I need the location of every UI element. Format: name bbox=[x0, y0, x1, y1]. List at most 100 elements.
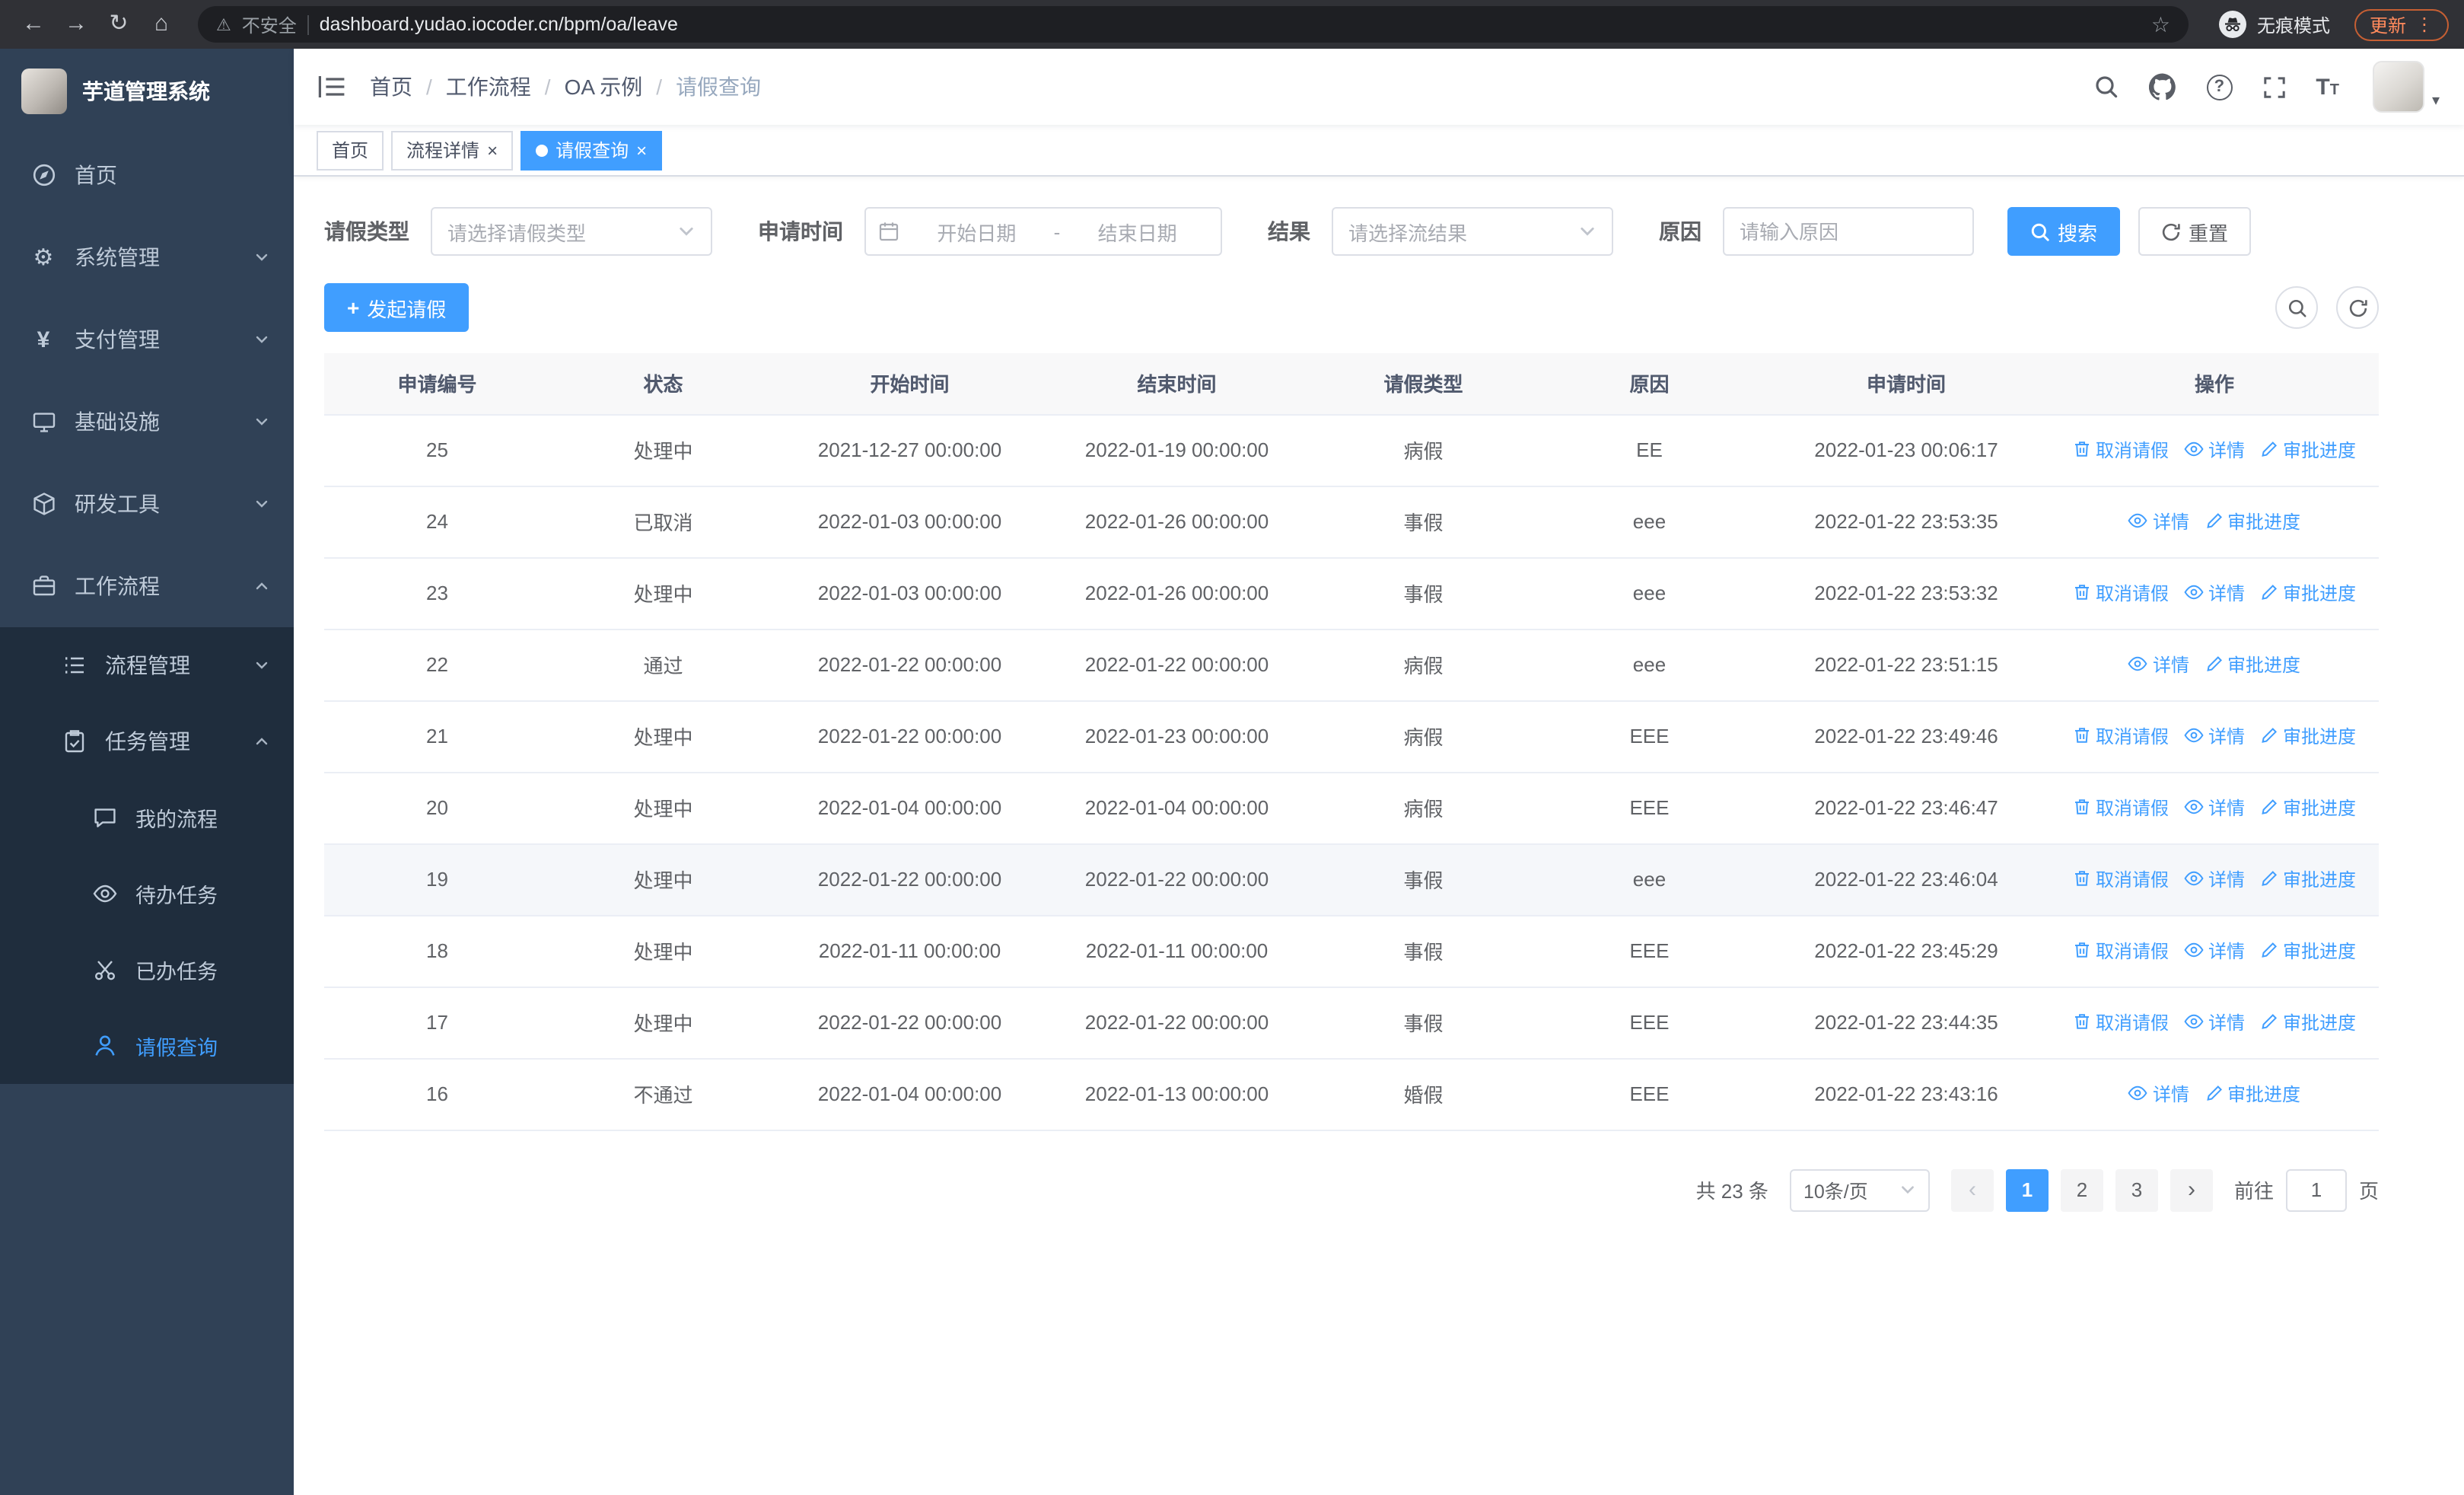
cell-end-time: 2022-01-04 00:00:00 bbox=[1043, 772, 1310, 844]
end-date-placeholder[interactable]: 结束日期 bbox=[1066, 217, 1208, 246]
url-text[interactable]: dashboard.yudao.iocoder.cn/bpm/oa/leave bbox=[320, 14, 2141, 35]
sidebar-item-leave-query[interactable]: 请假查询 bbox=[0, 1008, 294, 1084]
sidebar-item-payment[interactable]: ¥ 支付管理 bbox=[0, 298, 294, 381]
progress-action-link[interactable]: 审批进度 bbox=[2260, 437, 2356, 463]
sidebar-item-dev-tools[interactable]: 研发工具 bbox=[0, 463, 294, 545]
reset-button[interactable]: 重置 bbox=[2138, 207, 2252, 256]
detail-action-link[interactable]: 详情 bbox=[2184, 580, 2245, 606]
page-button-3[interactable]: 3 bbox=[2115, 1168, 2158, 1211]
sidebar-item-home[interactable]: 首页 bbox=[0, 134, 294, 216]
sidebar-item-my-processes[interactable]: 我的流程 bbox=[0, 779, 294, 856]
help-icon[interactable]: ? bbox=[2206, 74, 2233, 100]
progress-action-link[interactable]: 审批进度 bbox=[2205, 652, 2300, 677]
search-button[interactable]: 搜索 bbox=[2007, 207, 2121, 256]
next-page-button[interactable]: › bbox=[2170, 1168, 2213, 1211]
detail-action-link[interactable]: 详情 bbox=[2184, 938, 2245, 964]
page-button-1[interactable]: 1 bbox=[2005, 1168, 2049, 1211]
progress-action-link[interactable]: 审批进度 bbox=[2205, 1081, 2300, 1107]
cell-start-time: 2022-01-22 00:00:00 bbox=[776, 629, 1043, 701]
github-icon[interactable] bbox=[2148, 73, 2176, 100]
address-bar[interactable]: ⚠ 不安全 dashboard.yudao.iocoder.cn/bpm/oa/… bbox=[198, 6, 2189, 43]
goto-page-input[interactable] bbox=[2285, 1168, 2347, 1211]
browser-forward-icon[interactable]: → bbox=[58, 0, 94, 49]
breadcrumb-item[interactable]: 首页 bbox=[370, 72, 412, 102]
cell-start-time: 2021-12-27 00:00:00 bbox=[776, 414, 1043, 486]
cell-request-id: 17 bbox=[324, 987, 550, 1059]
refresh-table-button[interactable] bbox=[2336, 286, 2379, 329]
cell-request-id: 25 bbox=[324, 414, 550, 486]
gear-icon: ⚙ bbox=[33, 244, 54, 270]
close-icon[interactable]: × bbox=[636, 141, 647, 159]
cell-apply-time: 2022-01-22 23:49:46 bbox=[1762, 700, 2050, 773]
table-header-row: 申请编号 状态 开始时间 结束时间 请假类型 原因 申请时间 操作 bbox=[324, 353, 2379, 415]
cancel-action-link[interactable]: 取消请假 bbox=[2073, 580, 2169, 606]
cancel-action-link[interactable]: 取消请假 bbox=[2073, 723, 2169, 749]
detail-action-link[interactable]: 详情 bbox=[2128, 652, 2189, 677]
sidebar-item-done-tasks[interactable]: 已办任务 bbox=[0, 932, 294, 1008]
app-logo[interactable]: 芋道管理系统 bbox=[0, 49, 294, 134]
cell-leave-type: 病假 bbox=[1310, 629, 1536, 701]
detail-action-link[interactable]: 详情 bbox=[2184, 1009, 2245, 1035]
breadcrumb-item[interactable]: OA 示例 bbox=[565, 72, 643, 102]
progress-action-link[interactable]: 审批进度 bbox=[2260, 795, 2356, 821]
progress-action-link[interactable]: 审批进度 bbox=[2205, 508, 2300, 534]
reason-input[interactable] bbox=[1740, 220, 1957, 243]
toggle-search-button[interactable] bbox=[2275, 286, 2318, 329]
breadcrumb: 首页 / 工作流程 / OA 示例 / 请假查询 bbox=[370, 72, 761, 102]
apply-time-range-picker[interactable]: 开始日期 - 结束日期 bbox=[864, 207, 1222, 256]
detail-action-link[interactable]: 详情 bbox=[2184, 437, 2245, 463]
sidebar-item-workflow[interactable]: 工作流程 bbox=[0, 545, 294, 627]
goto-unit-label: 页 bbox=[2358, 1180, 2379, 1203]
sidebar-item-process-management[interactable]: 流程管理 bbox=[0, 627, 294, 703]
create-leave-button[interactable]: + 发起请假 bbox=[324, 283, 470, 332]
eye-icon bbox=[91, 883, 117, 904]
fullscreen-icon[interactable] bbox=[2262, 75, 2285, 98]
detail-action-link[interactable]: 详情 bbox=[2184, 795, 2245, 821]
result-select[interactable]: 请选择流结果 bbox=[1332, 207, 1613, 256]
page-button-2[interactable]: 2 bbox=[2060, 1168, 2103, 1211]
leave-type-select[interactable]: 请选择请假类型 bbox=[431, 207, 712, 256]
browser-reload-icon[interactable]: ↻ bbox=[100, 0, 137, 49]
breadcrumb-separator: / bbox=[426, 75, 432, 99]
user-menu[interactable]: ▾ bbox=[2372, 61, 2440, 113]
progress-action-link[interactable]: 审批进度 bbox=[2260, 723, 2356, 749]
page-size-select[interactable]: 10条/页 bbox=[1789, 1168, 1930, 1211]
cell-leave-type: 事假 bbox=[1310, 486, 1536, 558]
sidebar-toggle-icon[interactable] bbox=[318, 75, 345, 99]
browser-home-icon[interactable]: ⌂ bbox=[143, 0, 180, 49]
detail-action-link[interactable]: 详情 bbox=[2128, 508, 2189, 534]
start-date-placeholder[interactable]: 开始日期 bbox=[906, 217, 1048, 246]
detail-action-link[interactable]: 详情 bbox=[2184, 723, 2245, 749]
progress-action-link[interactable]: 审批进度 bbox=[2260, 938, 2356, 964]
progress-action-link[interactable]: 审批进度 bbox=[2260, 580, 2356, 606]
sidebar-item-system[interactable]: ⚙ 系统管理 bbox=[0, 216, 294, 298]
detail-action-link[interactable]: 详情 bbox=[2184, 866, 2245, 892]
browser-menu-icon[interactable]: ⋮ bbox=[2415, 14, 2434, 35]
browser-back-icon[interactable]: ← bbox=[15, 0, 52, 49]
detail-action-link[interactable]: 详情 bbox=[2128, 1081, 2189, 1107]
progress-action-link[interactable]: 审批进度 bbox=[2260, 1009, 2356, 1035]
cell-end-time: 2022-01-23 00:00:00 bbox=[1043, 700, 1310, 773]
cancel-action-link[interactable]: 取消请假 bbox=[2073, 437, 2169, 463]
font-size-icon[interactable]: TT bbox=[2316, 74, 2339, 100]
tab-home[interactable]: 首页 bbox=[317, 130, 384, 170]
close-icon[interactable]: × bbox=[487, 141, 498, 159]
prev-page-button[interactable]: ‹ bbox=[1950, 1168, 1994, 1211]
cell-apply-time: 2022-01-22 23:45:29 bbox=[1762, 915, 2050, 987]
browser-update-menu-button[interactable]: 更新 ⋮ bbox=[2354, 8, 2449, 40]
sidebar-item-todo-tasks[interactable]: 待办任务 bbox=[0, 856, 294, 932]
cancel-action-link[interactable]: 取消请假 bbox=[2073, 1009, 2169, 1035]
tab-process-detail[interactable]: 流程详情 × bbox=[391, 130, 514, 170]
security-warning-label[interactable]: 不安全 bbox=[242, 11, 297, 37]
tab-leave-query[interactable]: 请假查询 × bbox=[520, 130, 663, 170]
avatar[interactable] bbox=[2372, 61, 2424, 113]
sidebar-item-task-management[interactable]: 任务管理 bbox=[0, 703, 294, 779]
progress-action-link[interactable]: 审批进度 bbox=[2260, 866, 2356, 892]
cancel-action-link[interactable]: 取消请假 bbox=[2073, 795, 2169, 821]
cancel-action-link[interactable]: 取消请假 bbox=[2073, 866, 2169, 892]
sidebar-item-infrastructure[interactable]: 基础设施 bbox=[0, 381, 294, 463]
search-icon[interactable] bbox=[2093, 75, 2118, 99]
bookmark-star-icon[interactable]: ☆ bbox=[2151, 11, 2170, 37]
breadcrumb-item[interactable]: 工作流程 bbox=[446, 72, 531, 102]
cancel-action-link[interactable]: 取消请假 bbox=[2073, 938, 2169, 964]
